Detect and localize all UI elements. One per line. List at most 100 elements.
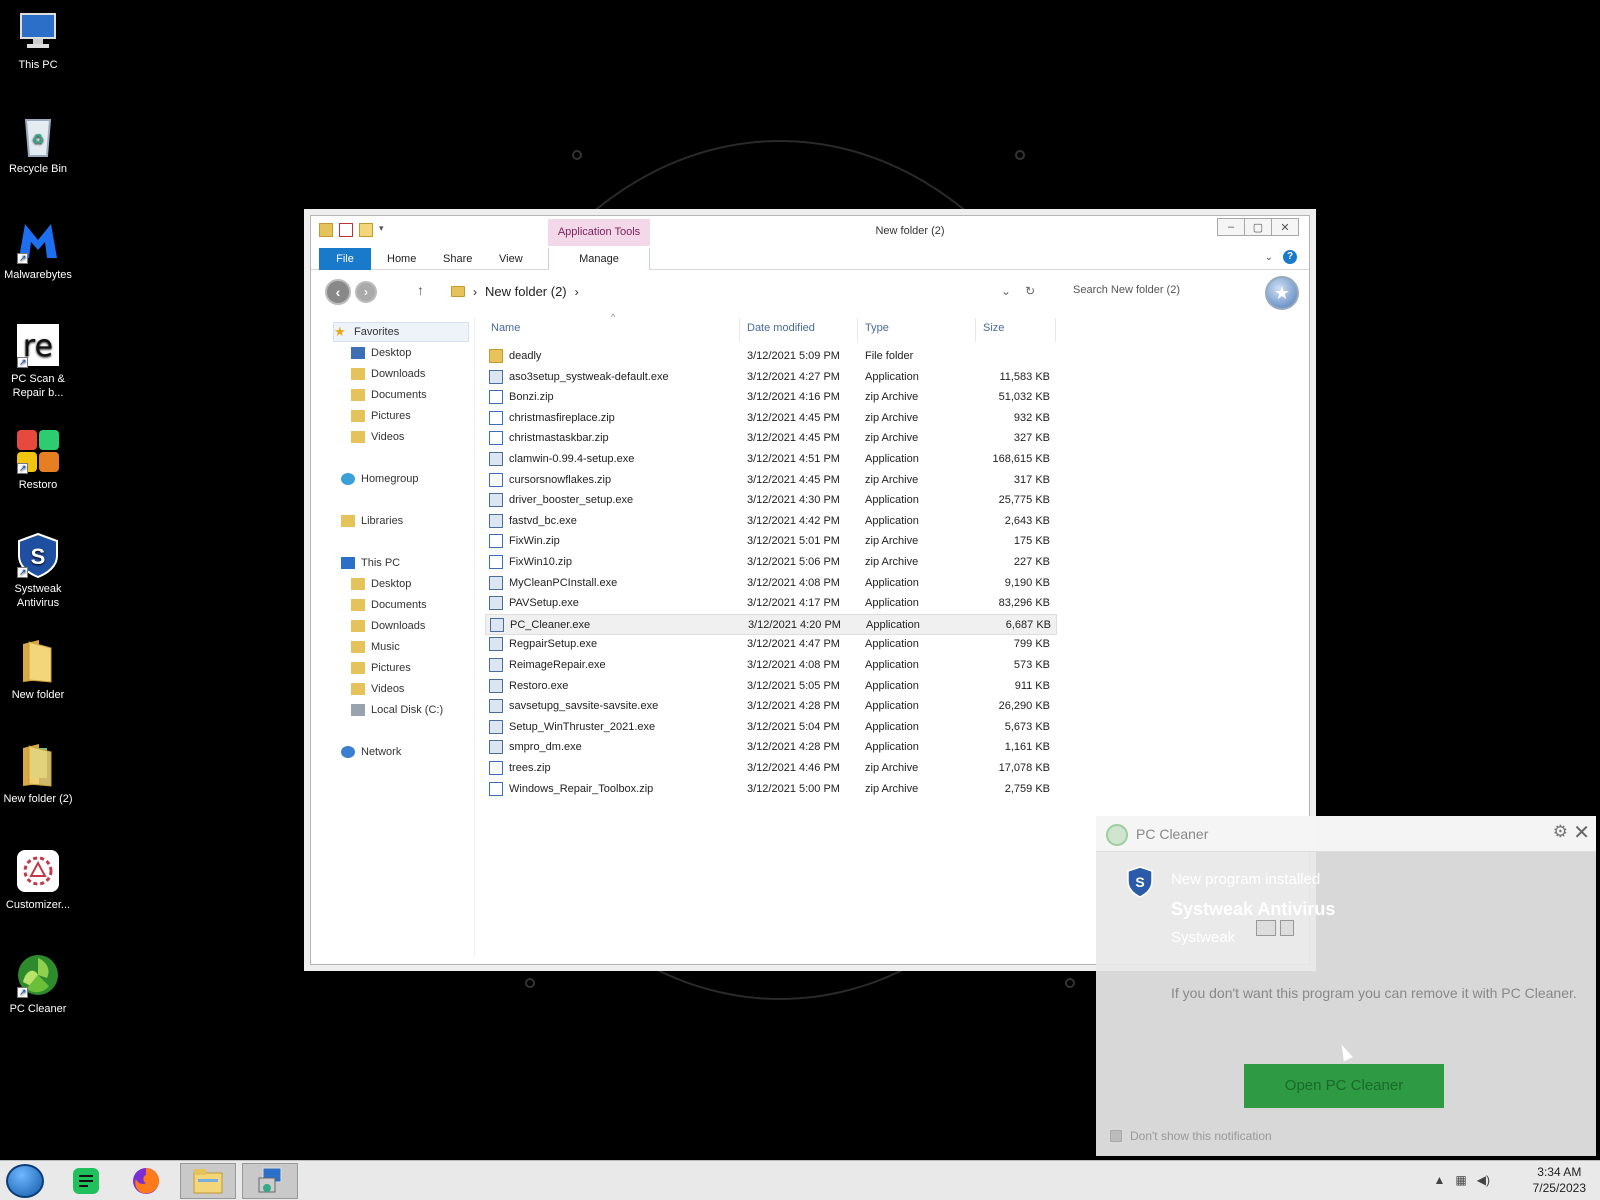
nav-fav-documents[interactable]: Documents <box>351 385 427 405</box>
nav-network[interactable]: Network <box>341 742 401 762</box>
file-row[interactable]: fastvd_bc.exe 3/12/2021 4:42 PM Applicatio… <box>485 511 1057 532</box>
dont-show-checkbox[interactable]: Don't show this notification <box>1110 1129 1272 1143</box>
tray-expand-icon[interactable]: ▲ <box>1434 1173 1446 1187</box>
nav-fav-pictures[interactable]: Pictures <box>351 406 411 426</box>
open-pc-cleaner-button[interactable]: Open PC Cleaner <box>1244 1064 1444 1108</box>
gear-icon[interactable]: ⚙ <box>1553 822 1568 842</box>
column-divider[interactable] <box>739 318 740 342</box>
application-icon <box>489 369 503 384</box>
file-row[interactable]: PAVSetup.exe 3/12/2021 4:17 PM Application… <box>485 593 1057 614</box>
file-row[interactable]: savsetupg_savsite-savsite.exe 3/12/2021 4… <box>485 696 1057 717</box>
tab-manage[interactable]: Manage <box>548 248 650 270</box>
file-row[interactable]: FixWin10.zip 3/12/2021 5:06 PM zip Archive… <box>485 552 1057 573</box>
column-header-size[interactable]: Size <box>983 322 1004 334</box>
file-row[interactable]: Setup_WinThruster_2021.exe 3/12/2021 5:04… <box>485 717 1057 738</box>
checkbox-box[interactable] <box>1110 1130 1122 1142</box>
start-button[interactable] <box>6 1164 44 1198</box>
desktop-icon-new-folder[interactable]: New folder <box>0 638 76 702</box>
file-row[interactable]: trees.zip 3/12/2021 4:46 PM zip Archive 17,… <box>485 758 1057 779</box>
refresh-icon[interactable]: ↻ <box>1025 284 1035 298</box>
tab-view[interactable]: View <box>489 248 533 270</box>
nav-this-pc[interactable]: This PC <box>341 553 400 573</box>
minimize-button[interactable]: – <box>1217 218 1245 236</box>
file-row[interactable]: aso3setup_systweak-default.exe 3/12/2021 … <box>485 367 1057 388</box>
nav-pc-videos[interactable]: Videos <box>351 679 404 699</box>
file-row[interactable]: cursorsnowflakes.zip 3/12/2021 4:45 PM zip… <box>485 470 1057 491</box>
nav-local-disk[interactable]: Local Disk (C:) <box>351 700 443 720</box>
column-divider[interactable] <box>975 318 976 342</box>
desktop-icon-pc-scan-repair[interactable]: re PC Scan & Repair b... <box>0 322 76 400</box>
desktop-icon-systweak-antivirus[interactable]: S Systweak Antivirus <box>0 532 76 610</box>
nav-pc-downloads[interactable]: Downloads <box>351 616 425 636</box>
nav-libraries[interactable]: Libraries <box>341 511 403 531</box>
breadcrumb-separator-icon[interactable]: › <box>473 285 477 299</box>
chevron-down-icon[interactable]: ⌄ <box>1265 252 1273 263</box>
nav-pc-documents[interactable]: Documents <box>351 595 427 615</box>
column-header-type[interactable]: Type <box>865 322 889 334</box>
tab-file[interactable]: File <box>319 248 371 270</box>
desktop-icon-restoro[interactable]: Restoro <box>0 428 76 492</box>
chevron-down-icon[interactable]: ⌄ <box>1001 284 1011 298</box>
file-row[interactable]: smpro_dm.exe 3/12/2021 4:28 PM Application… <box>485 737 1057 758</box>
file-row[interactable]: FixWin.zip 3/12/2021 5:01 PM zip Archive 17… <box>485 531 1057 552</box>
clock[interactable]: 3:34 AM 7/25/2023 <box>1533 1164 1586 1196</box>
nav-pc-pictures[interactable]: Pictures <box>351 658 411 678</box>
desktop-icon-pc-cleaner[interactable]: PC Cleaner <box>0 952 76 1016</box>
nav-homegroup[interactable]: Homegroup <box>341 469 418 489</box>
nav-pc-desktop[interactable]: Desktop <box>351 574 411 594</box>
nav-fav-downloads[interactable]: Downloads <box>351 364 425 384</box>
details-view-button[interactable] <box>1256 920 1276 936</box>
breadcrumb-item[interactable]: New folder (2) <box>485 284 567 299</box>
search-input[interactable]: Search New folder (2) <box>1073 284 1180 296</box>
tab-home[interactable]: Home <box>377 248 426 270</box>
file-row[interactable]: Bonzi.zip 3/12/2021 4:16 PM zip Archive 51,… <box>485 387 1057 408</box>
close-icon[interactable]: ✕ <box>1573 820 1590 845</box>
file-row[interactable]: christmasfireplace.zip 3/12/2021 4:45 PM z… <box>485 408 1057 429</box>
up-arrow-icon[interactable]: ↑ <box>417 282 424 298</box>
file-row[interactable]: deadly 3/12/2021 5:09 PM File folder <box>485 346 1057 367</box>
file-row[interactable]: driver_booster_setup.exe 3/12/2021 4:30 P… <box>485 490 1057 511</box>
taskbar-notes-app[interactable] <box>58 1163 114 1199</box>
help-icon[interactable]: ? <box>1283 250 1297 264</box>
column-header-date[interactable]: Date modified <box>747 322 815 334</box>
tab-share[interactable]: Share <box>433 248 482 270</box>
desktop-icon-this-pc[interactable]: This PC <box>0 8 76 72</box>
downloads-folder-icon <box>351 368 365 380</box>
file-row[interactable]: PC_Cleaner.exe 3/12/2021 4:20 PM Applicati… <box>485 613 1057 635</box>
star-orb-icon[interactable]: ★ <box>1265 276 1299 310</box>
taskbar-firefox[interactable] <box>118 1163 174 1199</box>
file-row[interactable]: Restoro.exe 3/12/2021 5:05 PM Application 9… <box>485 676 1057 697</box>
taskbar-setup-app[interactable] <box>242 1163 298 1199</box>
desktop-icon-new-folder-2[interactable]: New folder (2) <box>0 742 76 806</box>
breadcrumb-separator-icon[interactable]: › <box>575 285 579 299</box>
nav-favorites[interactable]: ★ Favorites <box>333 322 469 342</box>
column-divider[interactable] <box>1055 318 1056 342</box>
preview-view-button[interactable] <box>1280 920 1294 936</box>
file-row[interactable]: clamwin-0.99.4-setup.exe 3/12/2021 4:51 P… <box>485 449 1057 470</box>
maximize-button[interactable]: ▢ <box>1244 218 1272 236</box>
file-row[interactable]: MyCleanPCInstall.exe 3/12/2021 4:08 PM App… <box>485 573 1057 594</box>
desktop-icon-malwarebytes[interactable]: Malwarebytes <box>0 218 76 282</box>
forward-button[interactable]: › <box>355 281 377 303</box>
taskbar-file-explorer[interactable] <box>180 1163 236 1199</box>
breadcrumb[interactable]: › New folder (2) › <box>451 284 579 299</box>
volume-icon[interactable]: ◀) <box>1477 1173 1490 1187</box>
file-row[interactable]: ReimageRepair.exe 3/12/2021 4:08 PM Applic… <box>485 655 1057 676</box>
file-row[interactable]: christmastaskbar.zip 3/12/2021 4:45 PM zip… <box>485 428 1057 449</box>
title-bar[interactable]: ▾ Application Tools New folder (2) – ▢ ✕ <box>311 216 1309 246</box>
close-button[interactable]: ✕ <box>1271 218 1299 236</box>
pc-cleaner-notification[interactable]: PC Cleaner ⚙ ✕ S New program installed S… <box>1096 816 1596 1156</box>
nav-fav-videos[interactable]: Videos <box>351 427 404 447</box>
file-type: zip Archive <box>865 391 919 404</box>
nav-fav-desktop[interactable]: Desktop <box>351 343 411 363</box>
column-header-name[interactable]: Name <box>491 322 520 334</box>
network-tray-icon[interactable]: ▦ <box>1455 1173 1466 1187</box>
desktop-icon-customizer[interactable]: Customizer... <box>0 848 76 912</box>
file-row[interactable]: RegpairSetup.exe 3/12/2021 4:47 PM Applica… <box>485 634 1057 655</box>
nav-pc-music[interactable]: Music <box>351 637 400 657</box>
file-row[interactable]: Windows_Repair_Toolbox.zip 3/12/2021 5:00… <box>485 779 1057 800</box>
desktop-icon-recycle-bin[interactable]: ♻ Recycle Bin <box>0 112 76 176</box>
column-divider[interactable] <box>857 318 858 342</box>
back-button[interactable]: ‹ <box>325 279 351 305</box>
malwarebytes-icon <box>15 218 61 265</box>
